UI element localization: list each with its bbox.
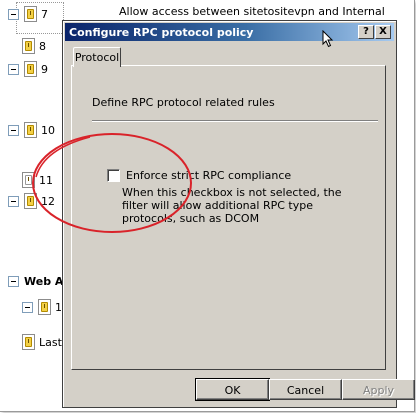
rule-icon [24, 193, 37, 209]
rule-row-last[interactable]: Last [22, 333, 62, 351]
collapse-icon[interactable] [8, 275, 19, 287]
cancel-button[interactable]: Cancel [269, 379, 342, 400]
strict-rpc-option[interactable]: Enforce strict RPC compliance [107, 169, 291, 182]
rule-row-9[interactable]: 9 [8, 60, 48, 78]
rule-icon [24, 6, 37, 22]
rule-icon [22, 334, 35, 350]
collapse-icon[interactable] [8, 63, 19, 75]
rule-number: 10 [41, 123, 55, 137]
rule-row-11[interactable]: 11 [22, 171, 53, 189]
rule-row-7[interactable]: 7 [8, 5, 48, 23]
rule-row-8[interactable]: 8 [22, 37, 46, 55]
collapse-icon[interactable] [8, 195, 19, 207]
rule-description: Allow access between sitetositevpn and I… [119, 5, 385, 18]
panel-heading: Define RPC protocol related rules [92, 96, 275, 109]
rule-icon [24, 61, 37, 77]
rule-disabled-icon [22, 172, 35, 188]
rule-number: 9 [41, 62, 48, 76]
rule-icon [38, 299, 51, 315]
collapse-icon[interactable] [8, 8, 19, 20]
dialog-title: Configure RPC protocol policy [69, 25, 254, 39]
rule-row-12[interactable]: 12 [8, 192, 55, 210]
protocol-tab-panel: Define RPC protocol related rules Enforc… [71, 65, 386, 370]
collapse-icon[interactable] [22, 301, 33, 313]
ok-button[interactable]: OK [195, 378, 270, 401]
rule-row-10[interactable]: 10 [8, 121, 55, 139]
strict-rpc-description: When this checkbox is not selected, the … [122, 186, 342, 225]
help-button[interactable]: ? [358, 25, 374, 39]
tab-protocol[interactable]: Protocol [73, 47, 121, 67]
rule-icon [24, 122, 37, 138]
rule-number: 7 [41, 7, 48, 21]
strict-rpc-checkbox-label[interactable]: Enforce strict RPC compliance [126, 169, 291, 182]
separator [92, 120, 378, 122]
collapse-icon[interactable] [8, 124, 19, 136]
apply-button[interactable]: Apply [342, 379, 415, 400]
rule-number: 8 [39, 39, 46, 53]
strict-rpc-checkbox[interactable] [107, 169, 120, 182]
rule-number: Last [39, 335, 62, 349]
close-button[interactable]: X [375, 25, 391, 39]
dialog-titlebar[interactable]: Configure RPC protocol policy ? X [65, 23, 394, 41]
rule-number: 11 [39, 173, 53, 187]
rpc-policy-dialog: Configure RPC protocol policy ? X Protoc… [62, 20, 415, 408]
rule-icon [22, 38, 35, 54]
rule-number: 12 [41, 194, 55, 208]
